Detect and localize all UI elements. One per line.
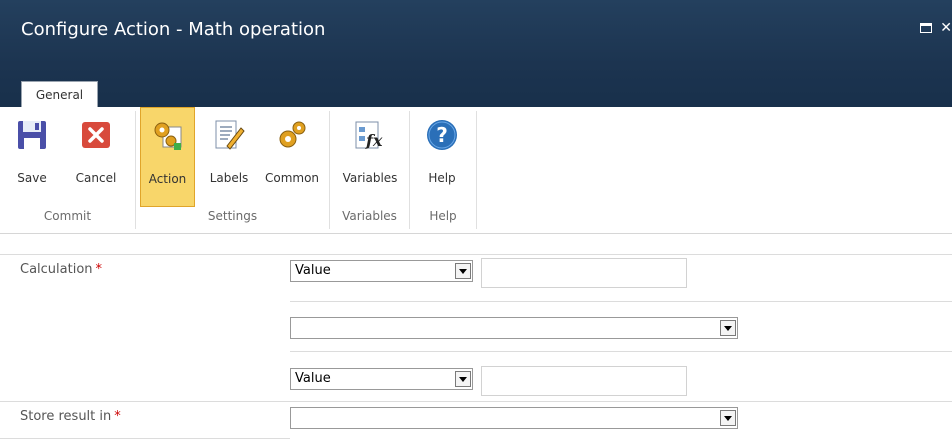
store-result-label: Store result in * — [20, 409, 121, 424]
ribbon-group-settings: Action Labels Common Settings — [136, 107, 329, 233]
svg-text:fx: fx — [365, 131, 383, 150]
variables-fx-icon: fx — [355, 121, 383, 150]
cancel-x-icon — [82, 122, 110, 148]
calculation-label: Calculation * — [20, 262, 103, 277]
common-label: Common — [264, 171, 320, 185]
action-button[interactable]: Action — [140, 107, 195, 207]
chevron-down-icon — [455, 371, 471, 387]
dialog-titlebar: Configure Action - Math operation ✕ Gene… — [0, 0, 952, 107]
form-divider — [0, 254, 952, 255]
store-result-select[interactable] — [290, 407, 738, 429]
operand1-input[interactable] — [481, 258, 687, 288]
save-button[interactable]: Save — [14, 107, 50, 207]
variables-label: Variables — [342, 171, 398, 185]
operand1-type-select[interactable]: Value — [290, 260, 473, 282]
common-gears-icon — [279, 121, 306, 148]
chevron-down-icon — [455, 263, 471, 279]
cancel-label: Cancel — [75, 171, 117, 185]
operator-select[interactable] — [290, 317, 738, 339]
window-controls: ✕ — [916, 20, 952, 36]
action-label: Action — [148, 172, 187, 186]
help-question-icon: ? — [427, 120, 457, 150]
operand2-type-value: Value — [295, 371, 331, 386]
operand2-type-select[interactable]: Value — [290, 368, 473, 390]
help-button[interactable]: ? Help — [418, 107, 466, 207]
form-divider — [0, 438, 290, 439]
labels-button[interactable]: Labels — [202, 107, 256, 207]
ribbon-group-commit: Save Cancel Commit — [0, 107, 135, 233]
group-label-help: Help — [429, 209, 457, 223]
calculation-divider — [290, 301, 952, 302]
group-label-variables: Variables — [342, 209, 397, 223]
chevron-down-icon — [720, 320, 736, 336]
labels-label: Labels — [209, 171, 249, 185]
operand2-input[interactable] — [481, 366, 687, 396]
save-label: Save — [17, 171, 47, 185]
maximize-icon[interactable] — [919, 23, 932, 33]
ribbon-divider — [476, 111, 477, 229]
group-label-settings: Settings — [207, 209, 258, 223]
dialog-title: Configure Action - Math operation — [21, 19, 326, 40]
common-button[interactable]: Common — [259, 107, 325, 207]
chevron-down-icon — [720, 410, 736, 426]
action-gears-icon — [154, 122, 181, 150]
save-disk-icon — [18, 121, 46, 149]
ribbon-group-variables: fx Variables Variables — [330, 107, 409, 233]
help-label: Help — [428, 171, 456, 185]
calculation-divider — [290, 351, 952, 352]
labels-pencil-icon — [215, 120, 245, 150]
cancel-button[interactable]: Cancel — [66, 107, 126, 207]
group-label-commit: Commit — [43, 209, 92, 223]
tab-general[interactable]: General — [21, 81, 98, 107]
svg-text:?: ? — [436, 123, 448, 147]
ribbon: Save Cancel Commit Action Labels Common … — [0, 107, 952, 234]
close-icon[interactable]: ✕ — [940, 20, 952, 36]
variables-button[interactable]: fx Variables — [338, 107, 402, 207]
ribbon-group-help: ? Help Help — [410, 107, 476, 233]
form-divider — [0, 401, 952, 402]
operand1-type-value: Value — [295, 263, 331, 278]
